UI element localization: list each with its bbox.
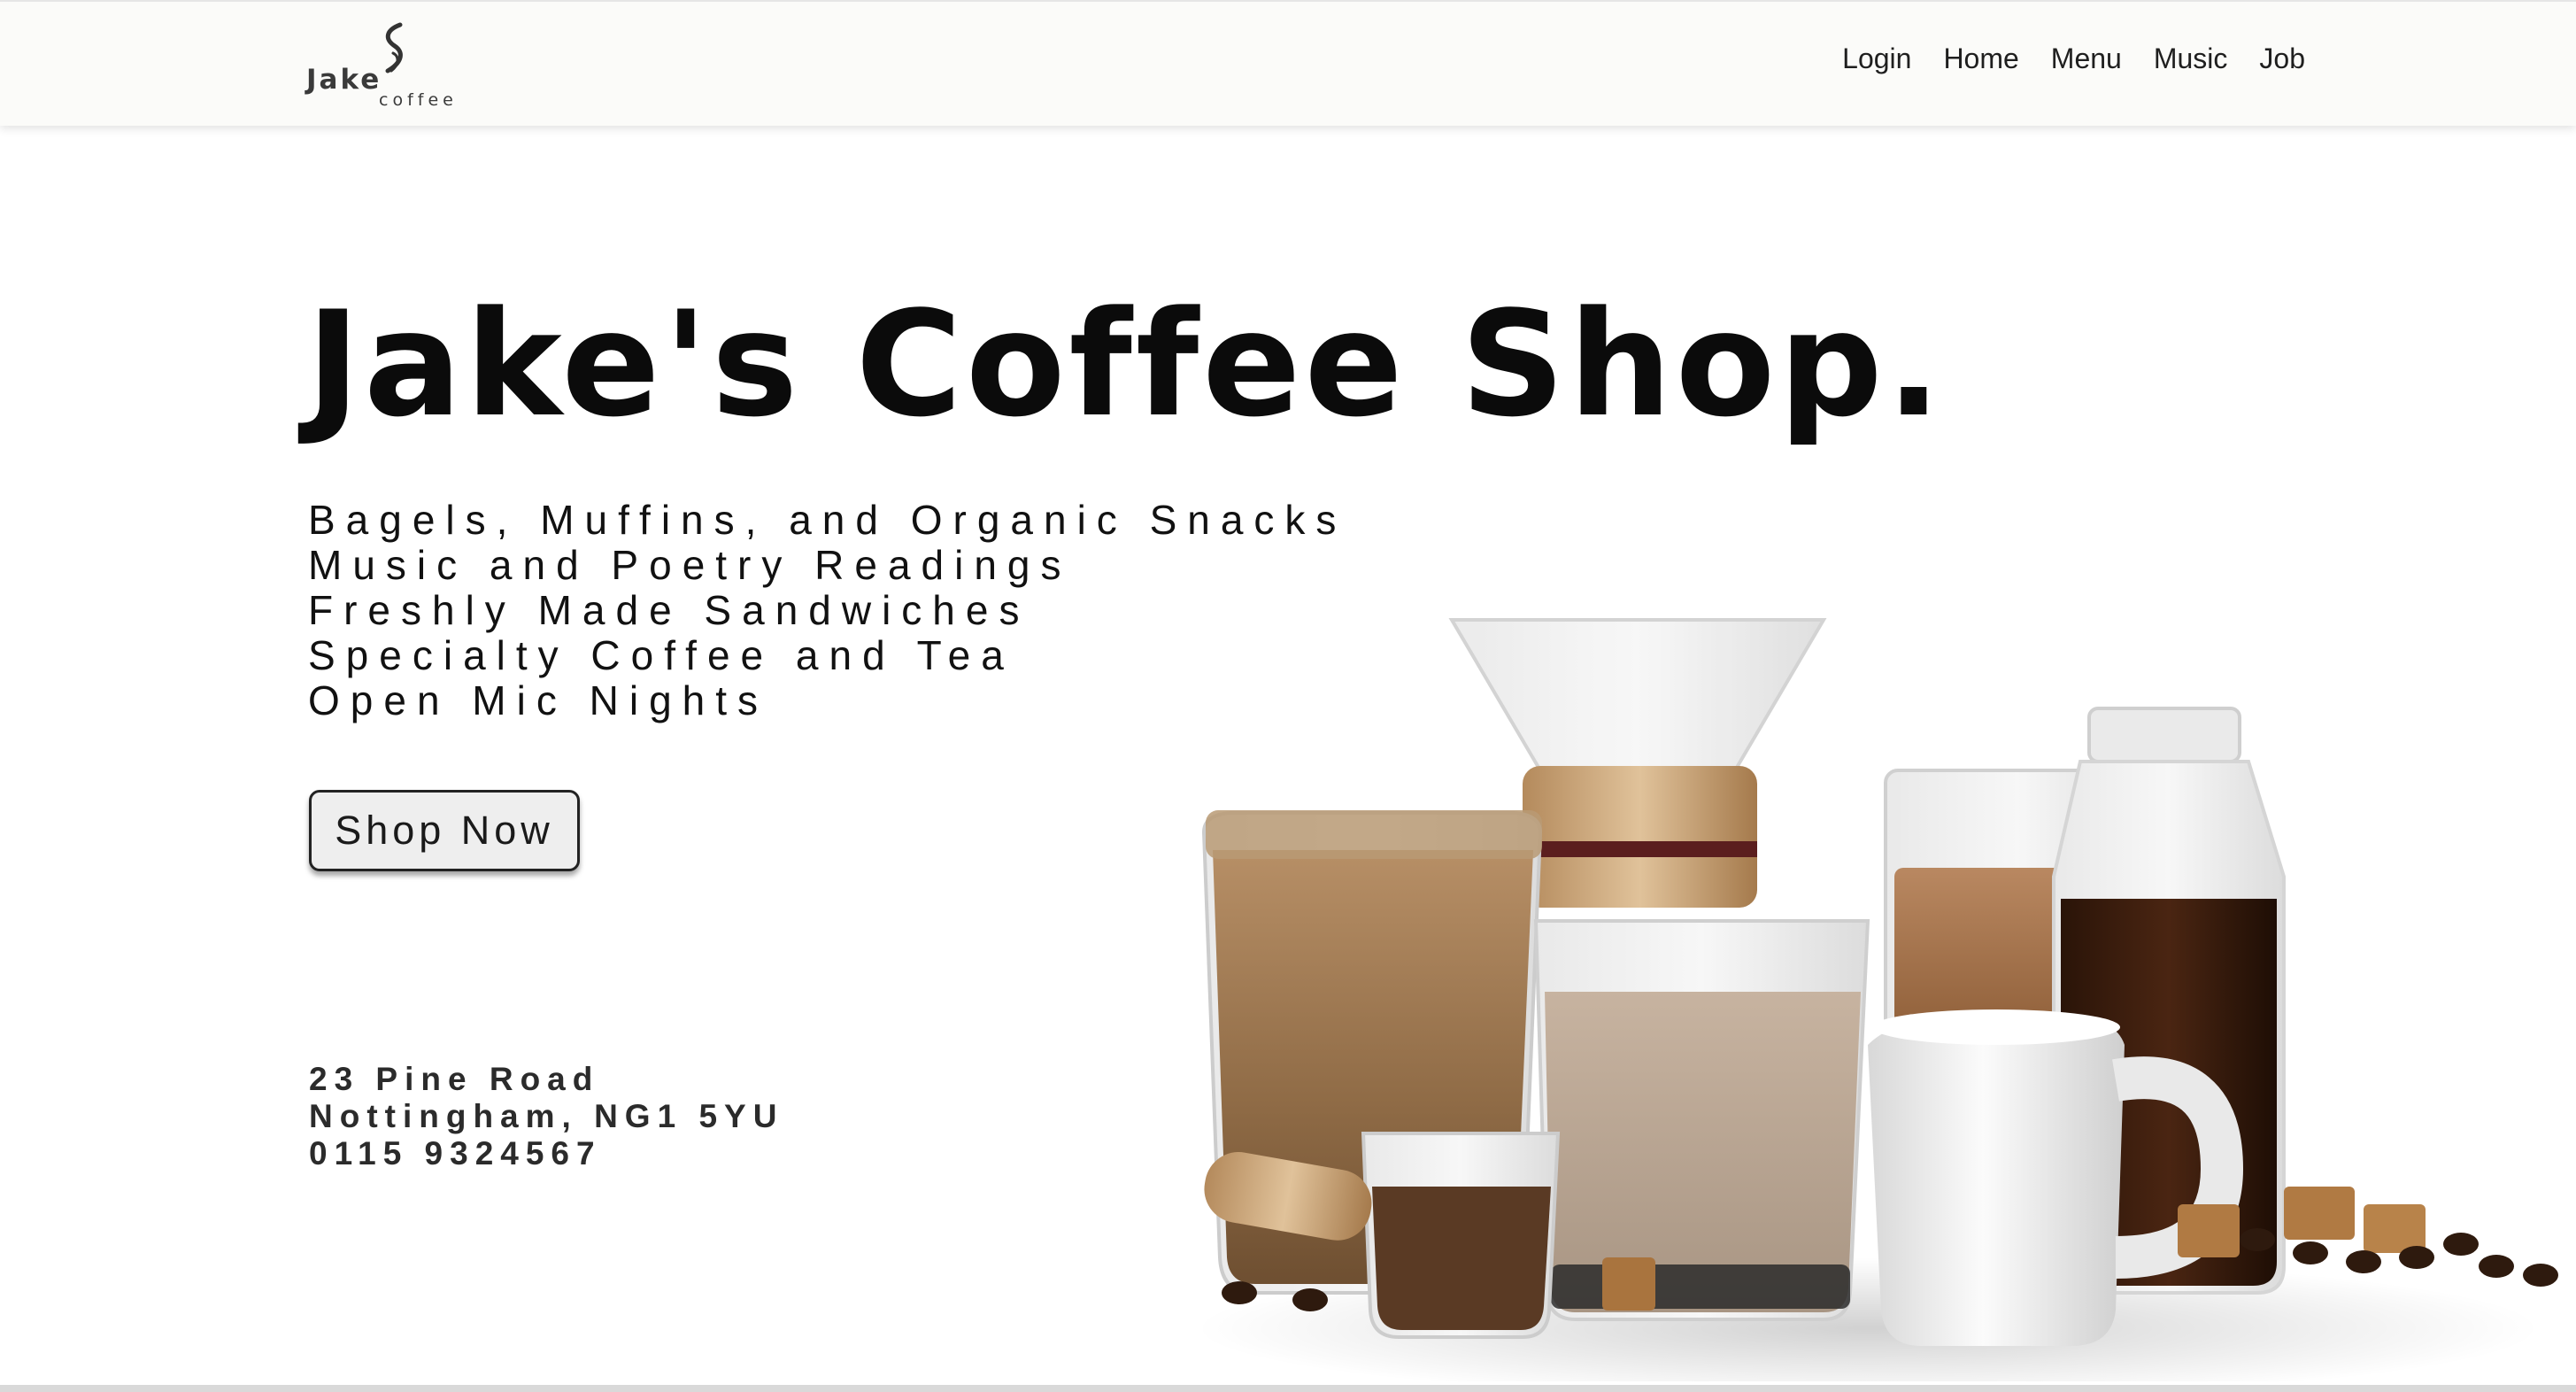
feature-item: Music and Poetry Readings [308,542,1072,588]
address-line-street: 23 Pine Road [309,1061,600,1097]
phone-number: 0115 9324567 [309,1135,602,1172]
nav-menu[interactable]: Menu [2051,43,2122,75]
nav-music[interactable]: Music [2154,43,2228,75]
feature-item: Bagels, Muffins, and Organic Snacks [308,497,1347,543]
site-logo[interactable]: Jake coffee [306,21,457,110]
bottom-edge [0,1385,2576,1392]
nav-login[interactable]: Login [1842,43,1911,75]
nav-job[interactable]: Job [2259,43,2305,75]
nav-home[interactable]: Home [1943,43,2018,75]
coffee-drinks-image [1195,618,2558,1381]
logo-wordmark: Jake [306,64,382,96]
page: Jake coffee Login Home Menu Music Job Ja… [0,0,2576,1392]
steam-icon [385,22,403,73]
address-block: 23 Pine Road Nottingham, NG1 5YU 0115 93… [309,1061,783,1172]
shop-now-button[interactable]: Shop Now [309,790,580,871]
address-line-city: Nottingham, NG1 5YU [309,1098,784,1134]
logo-subtitle: coffee [379,90,458,110]
top-navbar: Jake coffee Login Home Menu Music Job [0,0,2576,126]
hero-title: Jake's Coffee Shop. [306,280,1946,449]
main-nav: Login Home Menu Music Job [1842,43,2305,75]
